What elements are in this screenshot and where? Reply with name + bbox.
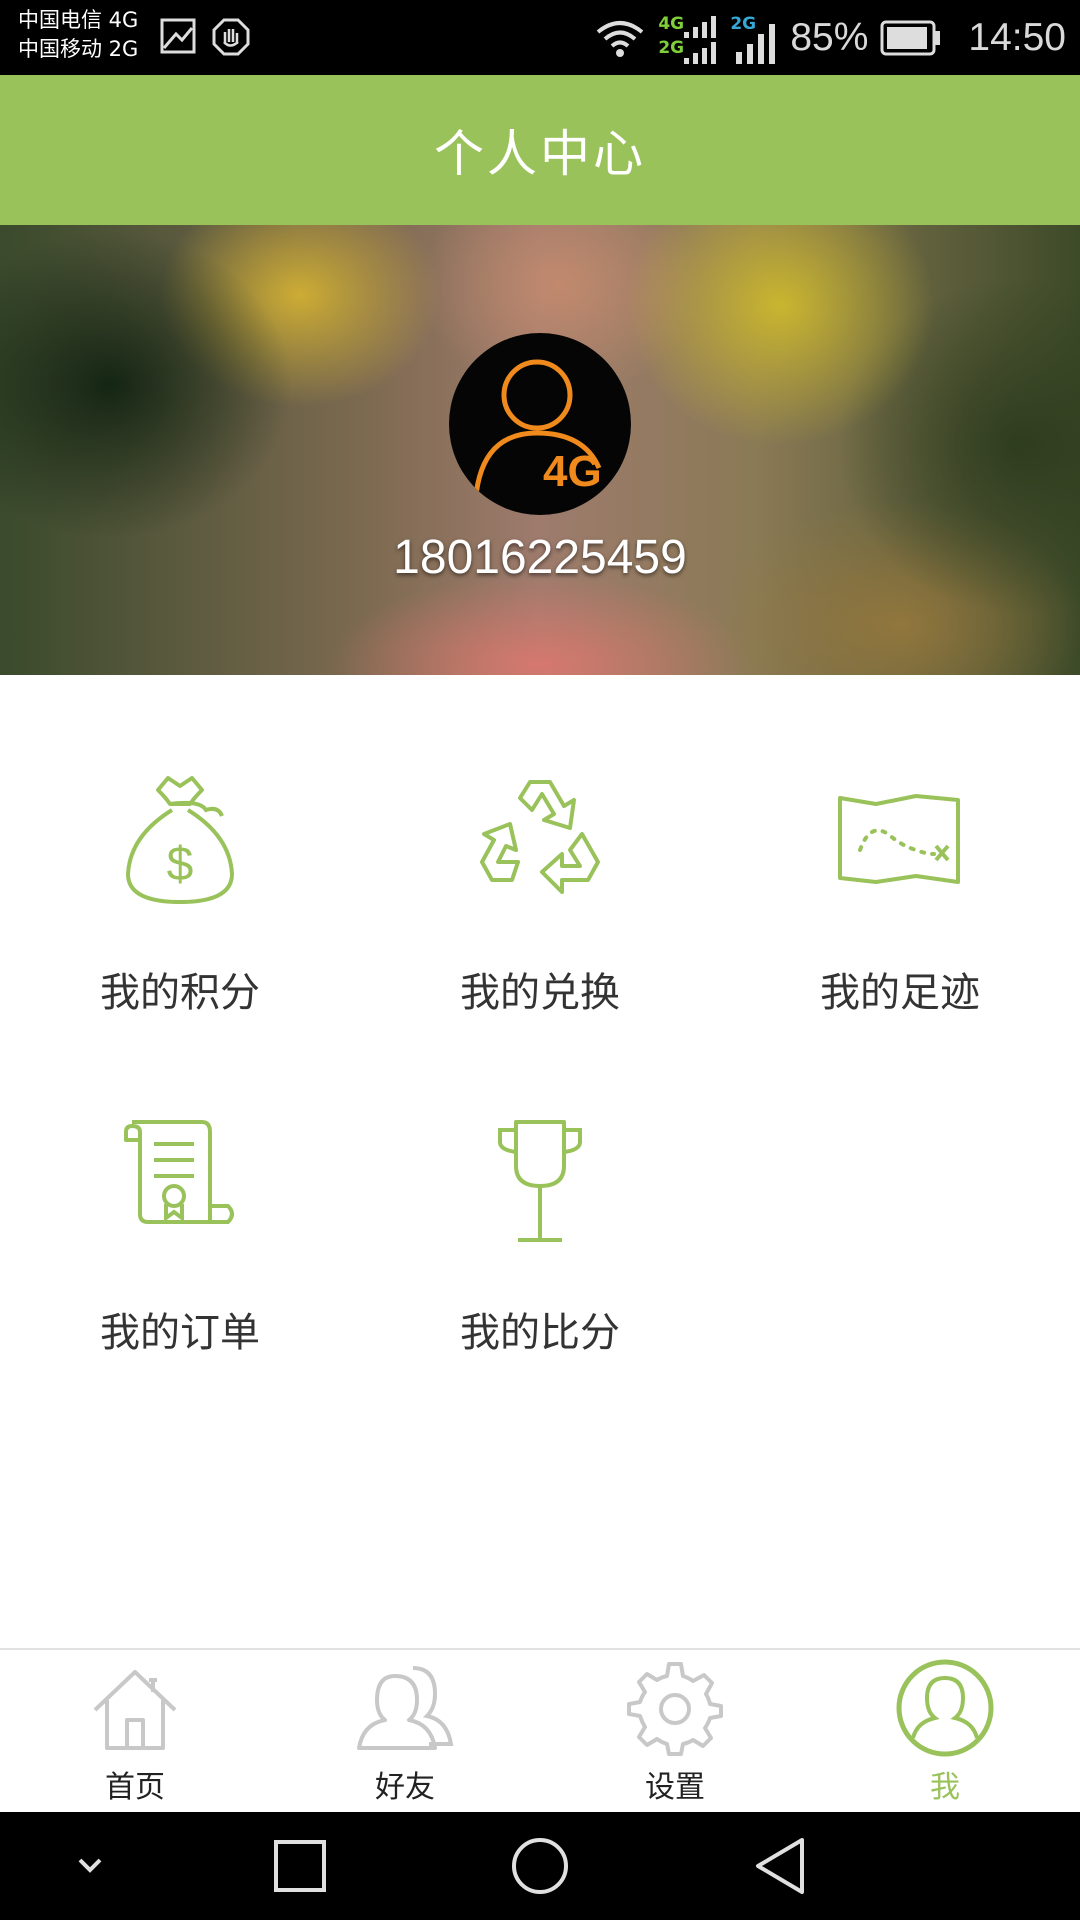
tab-settings-label: 设置 [645, 1770, 705, 1805]
menu-item-footprint[interactable]: 我的足迹 [720, 675, 1080, 1016]
back-triangle-icon[interactable] [750, 1836, 810, 1896]
user-avatar-icon [472, 359, 602, 515]
menu-item-points[interactable]: $ 我的积分 [0, 675, 360, 1016]
menu-item-orders[interactable]: 我的订单 [0, 1015, 360, 1356]
signal-label-2g: 2G [658, 37, 685, 58]
menu-label-points: 我的积分 [100, 970, 260, 1016]
scroll-certificate-icon [124, 1120, 234, 1224]
app-header: 个人中心 [0, 75, 1080, 225]
tab-me-label: 我 [930, 1770, 960, 1805]
status-bar: 中国电信 4G 中国移动 2G 4G 2G 2G 85% 14:50 [0, 0, 1080, 75]
friends-icon [357, 1666, 454, 1750]
avatar-badge: 4G [543, 447, 602, 496]
trophy-cup-icon [498, 1120, 582, 1242]
gear-icon [627, 1662, 723, 1756]
battery-percent: 85% [790, 15, 869, 59]
signal-2-icon: 2G [730, 8, 778, 68]
home-circle-icon[interactable] [510, 1836, 570, 1896]
signal-icon: 4G 2G [658, 8, 718, 68]
carrier-2: 中国移动 2G [18, 37, 139, 61]
wifi-icon [597, 20, 644, 57]
tab-settings[interactable]: 设置 [540, 1650, 810, 1814]
menu-item-exchange[interactable]: 我的兑换 [360, 675, 720, 1016]
home-icon [93, 1670, 177, 1750]
treasure-map-icon [838, 794, 960, 884]
svg-text:$: $ [167, 838, 194, 891]
page-title: 个人中心 [434, 125, 646, 183]
bottom-nav: 首页 好友 设置 我 [0, 1648, 1080, 1812]
tab-me[interactable]: 我 [810, 1650, 1080, 1814]
menu-label-footprint: 我的足迹 [820, 970, 980, 1016]
menu-label-exchange: 我的兑换 [460, 970, 620, 1016]
menu-grid: $ 我的积分 我的兑换 我的足迹 我的订单 我的比分 [0, 675, 1080, 1650]
image-icon [160, 18, 196, 54]
menu-label-scores: 我的比分 [460, 1310, 620, 1356]
status-right: 4G 2G 2G 85% 14:50 [594, 0, 1066, 75]
avatar[interactable]: 4G [449, 333, 631, 515]
recycle-icon [480, 780, 600, 894]
tab-home[interactable]: 首页 [0, 1650, 270, 1814]
system-nav-bar [0, 1812, 1080, 1920]
carrier-1: 中国电信 4G [18, 8, 139, 32]
phone-number: 18016225459 [393, 531, 687, 584]
chevron-down-icon[interactable] [60, 1836, 120, 1896]
menu-item-scores[interactable]: 我的比分 [360, 1015, 720, 1356]
hand-stop-icon [212, 18, 250, 56]
tab-home-label: 首页 [105, 1770, 165, 1805]
clock: 14:50 [968, 15, 1066, 59]
menu-label-orders: 我的订单 [100, 1310, 260, 1356]
recent-apps-icon[interactable] [270, 1836, 330, 1896]
carrier-info: 中国电信 4G 中国移动 2G [18, 6, 138, 64]
money-bag-icon: $ [125, 776, 235, 905]
tab-friends[interactable]: 好友 [270, 1650, 540, 1814]
battery-icon [880, 20, 941, 55]
tab-friends-label: 好友 [375, 1770, 435, 1805]
profile-banner: 4G 18016225459 [0, 225, 1080, 675]
signal-label-4g: 4G [658, 13, 685, 34]
user-icon [896, 1659, 994, 1757]
